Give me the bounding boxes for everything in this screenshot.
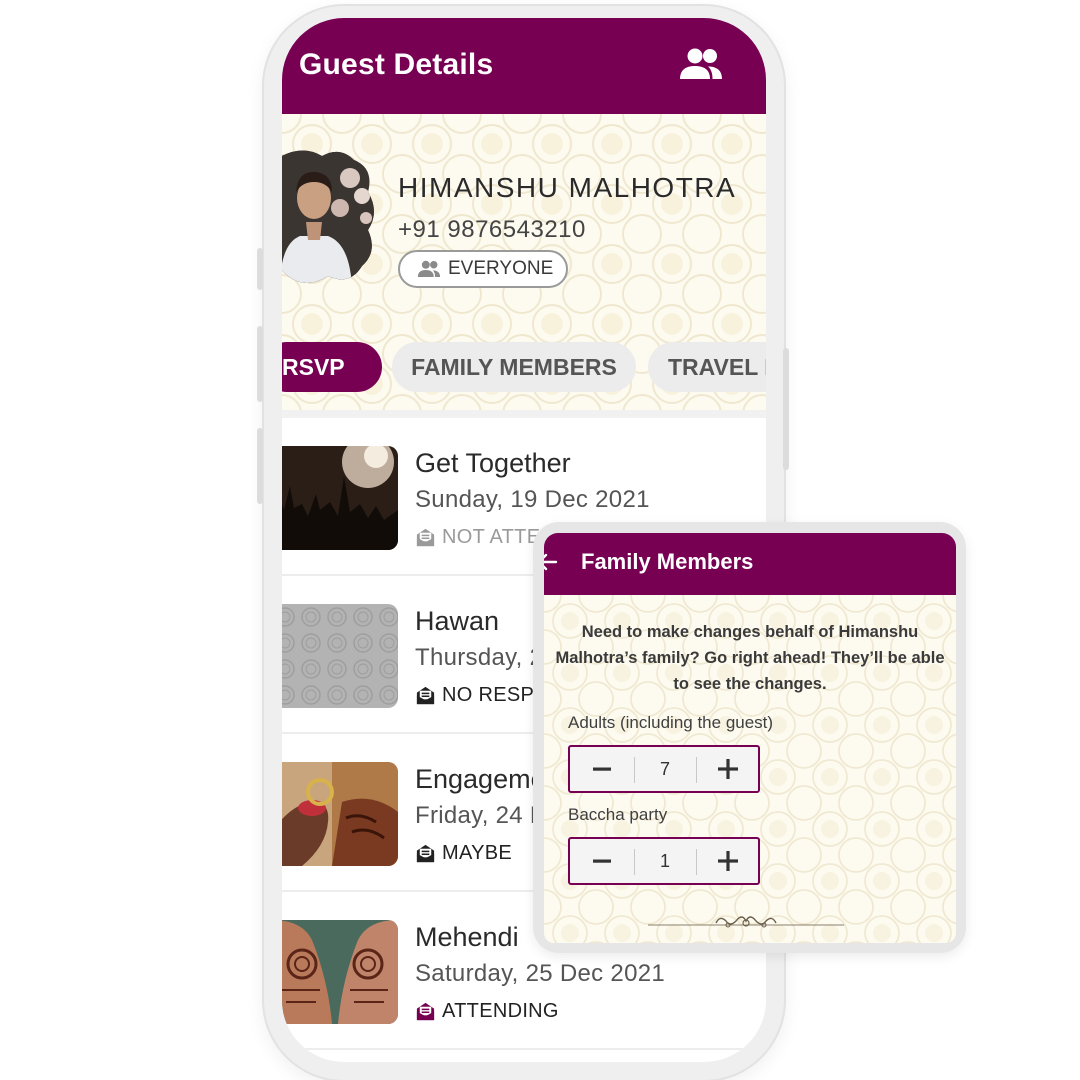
group-chip[interactable]: EVERYONE <box>398 250 568 288</box>
event-title: Get Together <box>415 448 571 478</box>
envelope-icon <box>416 844 435 863</box>
event-status: MAYBE <box>415 842 512 865</box>
increment-button[interactable] <box>696 747 760 791</box>
event-status: ATTENDING <box>415 1000 559 1023</box>
kids-stepper: 1 <box>568 837 760 885</box>
family-panel-body: Need to make changes behalf of Himanshu … <box>544 595 956 943</box>
back-arrow-icon[interactable] <box>544 551 558 573</box>
app-bar: Guest Details <box>282 18 766 114</box>
family-panel: Family Members Need to make changes beha… <box>544 533 956 943</box>
event-status-label: ATTENDING <box>442 1000 559 1022</box>
guest-phone: +91 9876543210 <box>398 216 586 243</box>
stage: Guest Details HIMANSHU MALHOTRA +91 9876… <box>0 0 1080 1080</box>
minus-icon <box>593 859 611 863</box>
event-date: Saturday, 25 Dec 2021 <box>415 960 666 987</box>
kids-count[interactable]: 1 <box>634 839 696 883</box>
adults-stepper: 7 <box>568 745 760 793</box>
tab-travel-details[interactable]: TRAVEL D <box>648 342 766 392</box>
envelope-icon <box>416 1002 435 1021</box>
section-divider <box>282 410 766 418</box>
event-date: Sunday, 19 Dec 2021 <box>415 486 650 513</box>
phone-side-button <box>257 428 263 504</box>
event-thumbnail <box>282 446 398 550</box>
group-chip-label: EVERYONE <box>448 258 554 279</box>
page-title: Guest Details <box>299 48 494 81</box>
guest-profile: HIMANSHU MALHOTRA +91 9876543210 EVERYON… <box>282 114 766 410</box>
event-thumbnail <box>282 762 398 866</box>
decrement-button[interactable] <box>570 747 634 791</box>
envelope-icon <box>416 686 435 705</box>
decrement-button[interactable] <box>570 839 634 883</box>
guest-name: HIMANSHU MALHOTRA <box>398 172 737 203</box>
adults-label: Adults (including the guest) <box>568 713 774 732</box>
event-thumbnail <box>282 920 398 1024</box>
minus-icon <box>593 767 611 771</box>
kids-label: Baccha party <box>568 805 668 824</box>
event-thumbnail <box>282 604 398 708</box>
plus-icon <box>718 851 738 871</box>
adults-count[interactable]: 7 <box>634 747 696 791</box>
people-icon[interactable] <box>678 46 724 86</box>
tab-family-members[interactable]: FAMILY MEMBERS <box>392 342 636 392</box>
event-status-label: MAYBE <box>442 842 513 864</box>
people-icon <box>417 260 441 277</box>
tab-rsvp[interactable]: RSVP <box>282 342 382 392</box>
phone-power-button <box>783 348 789 470</box>
plus-icon <box>718 759 738 779</box>
family-panel-title: Family Members <box>581 549 754 574</box>
family-panel-message: Need to make changes behalf of Himanshu … <box>555 623 945 693</box>
family-panel-header: Family Members <box>544 533 956 595</box>
event-title: Mehendi <box>415 922 519 952</box>
event-title: Hawan <box>415 606 500 636</box>
increment-button[interactable] <box>696 839 760 883</box>
avatar <box>282 150 374 284</box>
envelope-icon <box>416 528 435 547</box>
phone-side-button <box>257 326 263 402</box>
phone-side-button <box>257 248 263 290</box>
ornament-divider <box>648 916 844 928</box>
